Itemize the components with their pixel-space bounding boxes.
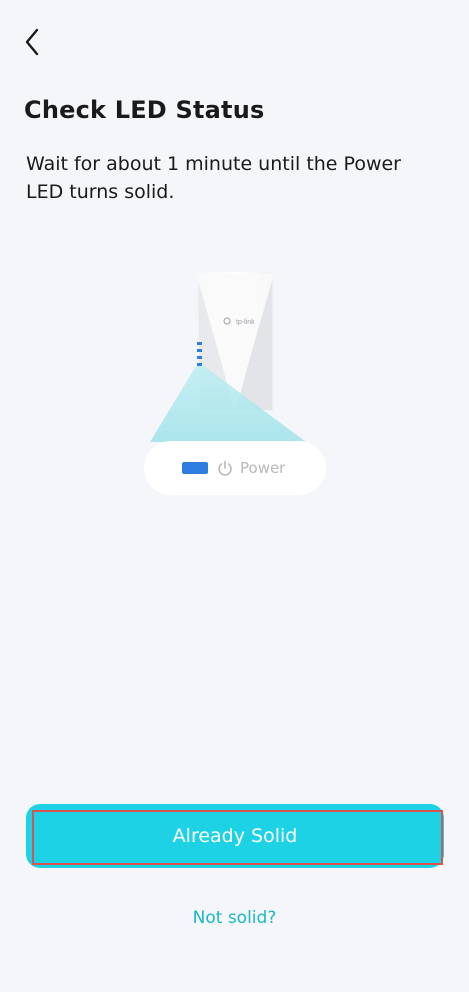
instruction-text: Wait for about 1 minute until the Power … bbox=[26, 153, 401, 203]
page-title: Check LED Status bbox=[24, 96, 265, 124]
chevron-left-icon bbox=[25, 28, 39, 56]
back-button[interactable] bbox=[14, 24, 50, 60]
power-icon bbox=[216, 459, 234, 477]
power-led-callout: Power bbox=[144, 441, 326, 495]
brand-logo: tp-link bbox=[236, 319, 255, 326]
already-solid-button[interactable]: Already Solid bbox=[26, 804, 444, 868]
power-led-indicator bbox=[182, 462, 208, 474]
already-solid-label: Already Solid bbox=[172, 825, 298, 847]
not-solid-link[interactable]: Not solid? bbox=[0, 908, 469, 928]
power-label: Power bbox=[240, 459, 286, 477]
